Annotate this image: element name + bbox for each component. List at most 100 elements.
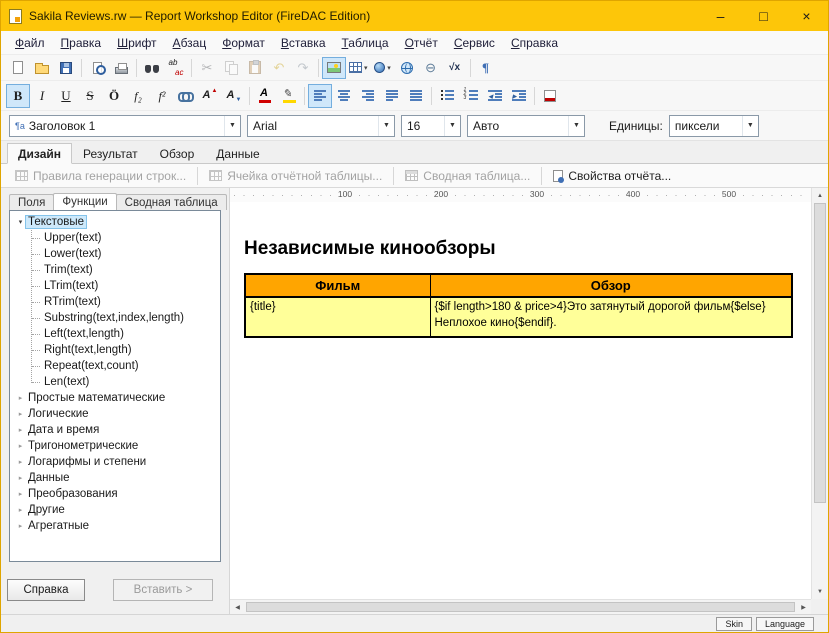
grow-font-button[interactable]: [198, 84, 222, 108]
language-button[interactable]: Language: [756, 617, 814, 631]
tree-leaf[interactable]: Lower(text): [28, 246, 220, 262]
view-tab[interactable]: Результат: [72, 143, 149, 164]
table-header-film[interactable]: Фильм: [245, 274, 430, 297]
vertical-scroll-thumb[interactable]: [814, 203, 826, 503]
menu-item[interactable]: Таблица: [334, 33, 397, 53]
font-family-combo[interactable]: Arial ▼: [247, 115, 395, 137]
maximize-button[interactable]: □: [742, 1, 785, 31]
strikethrough-button[interactable]: S: [78, 84, 102, 108]
scroll-right-icon[interactable]: [796, 600, 811, 614]
units-combo[interactable]: пиксели ▼: [669, 115, 759, 137]
bold-button[interactable]: B: [6, 84, 30, 108]
menu-item[interactable]: Абзац: [165, 33, 215, 53]
align-justify-button[interactable]: [380, 84, 404, 108]
menu-item[interactable]: Формат: [214, 33, 273, 53]
align-left-button[interactable]: [308, 84, 332, 108]
menu-item[interactable]: Сервис: [446, 33, 503, 53]
paragraph-style-combo[interactable]: ¶a Заголовок 1 ▼: [9, 115, 241, 137]
align-center-button[interactable]: [332, 84, 356, 108]
formatting-marks-button[interactable]: ¶: [474, 57, 498, 79]
find-button[interactable]: [140, 57, 164, 79]
save-file-button[interactable]: [54, 57, 78, 79]
increase-indent-button[interactable]: [507, 84, 531, 108]
insert-horizontal-line-button[interactable]: ⊖: [419, 57, 443, 79]
superscript-button[interactable]: f²: [150, 84, 174, 108]
replace-button[interactable]: [164, 57, 188, 79]
insert-image-button[interactable]: [322, 57, 346, 79]
menu-item[interactable]: Вставка: [273, 33, 334, 53]
panel-tab[interactable]: Поля: [9, 194, 54, 210]
chevron-down-icon[interactable]: ▼: [444, 116, 460, 136]
highlight-color-button[interactable]: [277, 84, 301, 108]
chevron-down-icon[interactable]: ▼: [742, 116, 758, 136]
expand-icon[interactable]: ▸: [15, 490, 26, 498]
tree-leaf[interactable]: RTrim(text): [28, 294, 220, 310]
expand-icon[interactable]: ▸: [15, 442, 26, 450]
panel-tab[interactable]: Сводная таблица: [116, 194, 227, 210]
tree-leaf[interactable]: Upper(text): [28, 230, 220, 246]
tree-leaf[interactable]: LTrim(text): [28, 278, 220, 294]
skin-button[interactable]: Skin: [716, 617, 752, 631]
tree-node[interactable]: ▸Данные: [12, 470, 220, 486]
tree-node[interactable]: ▸Простые математические: [12, 390, 220, 406]
chevron-down-icon[interactable]: ▼: [568, 116, 584, 136]
minimize-button[interactable]: –: [699, 1, 742, 31]
tree-leaf[interactable]: Len(text): [28, 374, 220, 390]
insert-table-button[interactable]: ▾: [346, 57, 371, 79]
align-force-justify-button[interactable]: [404, 84, 428, 108]
shrink-font-button[interactable]: [222, 84, 246, 108]
tree-leaf[interactable]: Trim(text): [28, 262, 220, 278]
menu-item[interactable]: Справка: [503, 33, 566, 53]
table-header-review[interactable]: Обзор: [430, 274, 792, 297]
horizontal-scrollbar[interactable]: [230, 599, 811, 614]
tree-leaf[interactable]: Repeat(text,count): [28, 358, 220, 374]
view-tab[interactable]: Обзор: [149, 143, 206, 164]
align-right-button[interactable]: [356, 84, 380, 108]
numbered-list-button[interactable]: [459, 84, 483, 108]
expand-icon[interactable]: ▸: [15, 410, 26, 418]
table-cell-title[interactable]: {title}: [245, 297, 430, 337]
expand-icon[interactable]: ▸: [15, 474, 26, 482]
underline-button[interactable]: U: [54, 84, 78, 108]
scroll-up-icon[interactable]: [812, 188, 828, 203]
expand-icon[interactable]: ▸: [15, 522, 26, 530]
expand-icon[interactable]: ▸: [15, 506, 26, 514]
print-preview-button[interactable]: [85, 57, 109, 79]
tree-node[interactable]: ▸Преобразования: [12, 486, 220, 502]
tree-node[interactable]: ▸Логические: [12, 406, 220, 422]
paragraph-color-button[interactable]: [538, 84, 562, 108]
tree-node[interactable]: ▾Текстовые: [12, 214, 220, 230]
tree-node[interactable]: ▸Агрегатные: [12, 518, 220, 534]
scroll-down-icon[interactable]: [812, 584, 828, 599]
font-size-combo[interactable]: 16 ▼: [401, 115, 461, 137]
font-color-combo[interactable]: Авто ▼: [467, 115, 585, 137]
tree-node[interactable]: ▸Дата и время: [12, 422, 220, 438]
collapse-icon[interactable]: ▾: [15, 218, 26, 226]
menu-item[interactable]: Отчёт: [397, 33, 446, 53]
close-button[interactable]: ×: [785, 1, 828, 31]
view-tab[interactable]: Дизайн: [7, 143, 72, 164]
bullet-list-button[interactable]: [435, 84, 459, 108]
expand-icon[interactable]: ▸: [15, 458, 26, 466]
app-icon[interactable]: [9, 9, 22, 24]
tree-leaf[interactable]: Substring(text,index,length): [28, 310, 220, 326]
menu-item[interactable]: Шрифт: [109, 33, 164, 53]
tree-leaf[interactable]: Right(text,length): [28, 342, 220, 358]
tree-node[interactable]: ▸Логарифмы и степени: [12, 454, 220, 470]
font-color-button[interactable]: [253, 84, 277, 108]
insert-formula-button[interactable]: √x: [443, 57, 467, 79]
horizontal-scroll-thumb[interactable]: [246, 602, 795, 612]
scroll-left-icon[interactable]: [230, 600, 245, 614]
vertical-scrollbar[interactable]: [811, 188, 828, 599]
expand-icon[interactable]: ▸: [15, 426, 26, 434]
tree-node[interactable]: ▸Другие: [12, 502, 220, 518]
tree-node[interactable]: ▸Тригонометрические: [12, 438, 220, 454]
chevron-down-icon[interactable]: ▼: [224, 116, 240, 136]
table-cell-review[interactable]: {$if length>180 & price>4}Это затянутый …: [430, 297, 792, 337]
italic-button[interactable]: I: [30, 84, 54, 108]
print-button[interactable]: [109, 57, 133, 79]
menu-item[interactable]: Файл: [7, 33, 53, 53]
panel-tab[interactable]: Функции: [53, 193, 116, 210]
open-file-button[interactable]: [30, 57, 54, 79]
insert-object-button[interactable]: ▾: [371, 57, 395, 79]
